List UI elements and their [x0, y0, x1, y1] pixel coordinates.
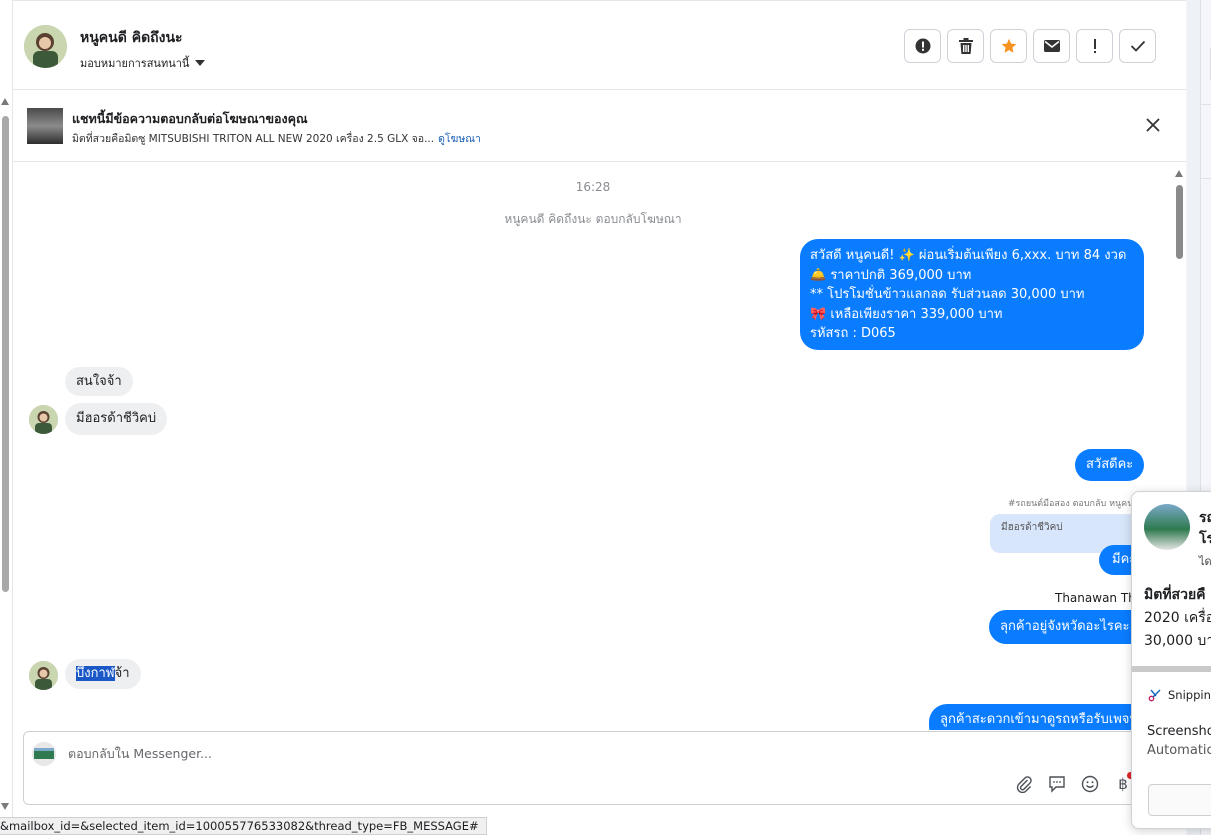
notification-line: 2020 เครื่อ	[1144, 610, 1211, 626]
ad-banner-subtitle: มิตที่สวยคือมิตซู MITSUBISHI TRITON ALL …	[72, 130, 481, 147]
ad-reply-note: หนูคนดี คิดถึงนะ ตอบกลับโฆษณา	[504, 212, 682, 226]
view-ad-link[interactable]: ดูโฆษณา	[438, 133, 481, 145]
paperclip-icon[interactable]	[1014, 774, 1034, 794]
trash-icon	[958, 38, 973, 54]
assign-conversation-dropdown[interactable]: มอบหมายการสนทนานี้	[80, 54, 206, 72]
scrollbar-thumb[interactable]	[1176, 185, 1183, 259]
scrollbar-thumb[interactable]	[2, 116, 9, 592]
assign-label: มอบหมายการสนทนานี้	[80, 57, 190, 70]
scroll-down-arrow[interactable]	[1, 803, 9, 810]
composer-toolbar: ฿	[1014, 774, 1133, 794]
notification-image-strip	[1132, 666, 1211, 672]
divider	[1200, 178, 1211, 179]
reply-context-label: #รถยนต์มือสอง ตอบกลับ หนูคนดี	[1008, 499, 1140, 509]
divider	[1200, 104, 1211, 105]
chevron-down-icon	[195, 60, 206, 66]
notification-title-line2: โร	[1199, 531, 1211, 547]
star-icon	[1001, 38, 1016, 53]
contact-name[interactable]: หนูคนดี คิดถึงนะ	[80, 27, 183, 49]
contact-avatar	[29, 405, 58, 434]
message-line: รหัสรถ : D065	[810, 326, 896, 341]
spam-button[interactable]	[904, 29, 941, 63]
status-bar-url: &mailbox_id=&selected_item_id=1000557765…	[0, 817, 487, 835]
incoming-message[interactable]: บึงกาฬจ้า	[65, 659, 141, 689]
outgoing-message[interactable]: สวัสดีคะ	[1075, 449, 1145, 481]
notification-line: 30,000 บา	[1144, 633, 1211, 649]
ad-thumbnail	[27, 108, 63, 144]
header-actions	[904, 29, 1156, 63]
incoming-message[interactable]: มีฮอรด้าชีวิคบ่	[65, 403, 168, 435]
notification-body: มิตที่สวยคื 2020 เครื่อ 30,000 บา	[1144, 584, 1211, 653]
envelope-icon	[1043, 40, 1060, 52]
follow-up-button[interactable]	[1076, 29, 1113, 63]
contact-avatar	[29, 661, 58, 690]
message-line: สวัสดี หนูคนดี! ✨ ผ่อนเริ่มต้นเพียง 6,xx…	[810, 248, 1127, 263]
incoming-message[interactable]: สนใจจ้า	[65, 367, 133, 396]
page-scrollbar[interactable]	[0, 96, 11, 816]
notification-meta: ได	[1199, 555, 1211, 568]
ad-reply-banner: แชทนี้มีข้อความตอบกลับต่อโฆษณาของคุณ มิต…	[13, 90, 1186, 162]
notification-line: มิตที่สวยคื	[1144, 587, 1206, 603]
checkmark-icon	[1130, 40, 1145, 52]
star-button[interactable]	[990, 29, 1027, 63]
message-timestamp: 16:28	[575, 180, 611, 194]
conversation-header: หนูคนดี คิดถึงนะ มอบหมายการสนทนานี้	[13, 0, 1186, 90]
outgoing-message[interactable]: ลุกค้าอยู่จังหวัดอะไรคะ	[989, 610, 1141, 644]
mark-unread-button[interactable]	[1033, 29, 1070, 63]
mark-done-button[interactable]	[1119, 29, 1156, 63]
notification-popup[interactable]: รถ โร ได มิตที่สวยคื 2020 เครื่อ 30,000 …	[1131, 491, 1211, 829]
chat-bubble-icon[interactable]	[1047, 774, 1067, 794]
notification-title: รถ	[1199, 510, 1211, 526]
selected-text: บึงกาฬ	[76, 666, 115, 681]
contact-avatar[interactable]	[24, 25, 67, 68]
message-line: 🎀 เหลือเพียงราคา 339,000 บาท	[810, 306, 1003, 322]
close-icon[interactable]	[1145, 117, 1161, 133]
page-avatar	[1144, 504, 1190, 550]
message-line: 🛎️ ราคาปกติ 369,000 บาท	[810, 267, 972, 283]
scissors-icon	[1148, 689, 1161, 702]
message-thread: 16:28 หนูคนดี คิดถึงนะ ตอบกลับโฆษณา สวัส…	[13, 162, 1173, 730]
delete-button[interactable]	[947, 29, 984, 63]
snipping-tool-header: Snipping	[1148, 688, 1211, 702]
page-avatar	[32, 742, 56, 766]
smile-icon[interactable]	[1080, 774, 1100, 794]
ad-banner-title: แชทนี้มีข้อความตอบกลับต่อโฆษณาของคุณ	[72, 111, 308, 126]
reply-input[interactable]	[68, 746, 968, 761]
message-text: จ้า	[114, 666, 130, 681]
screenshot-title: Screensho	[1147, 724, 1211, 739]
scroll-up-arrow[interactable]	[1, 98, 9, 105]
message-line: ** โปรโมชั่นข้าวแลกลด รับส่วนลด 30,000 บ…	[810, 287, 1085, 302]
notification-action-button[interactable]	[1148, 784, 1211, 816]
ad-description: มิตที่สวยคือมิตซู MITSUBISHI TRITON ALL …	[72, 133, 435, 145]
scroll-up-arrow[interactable]	[1175, 170, 1183, 177]
alert-circle-icon	[915, 38, 930, 54]
app-name: Snipping	[1168, 688, 1211, 702]
chat-panel: หนูคนดี คิดถึงนะ มอบหมายการสนทนานี้ แชทน…	[0, 0, 1186, 835]
screenshot-subtitle: Automatic	[1147, 743, 1211, 758]
reply-composer: ฿	[23, 731, 1143, 805]
exclamation-icon	[1093, 39, 1096, 53]
outgoing-message[interactable]: สวัสดี หนูคนดี! ✨ ผ่อนเริ่มต้นเพียง 6,xx…	[800, 239, 1144, 350]
